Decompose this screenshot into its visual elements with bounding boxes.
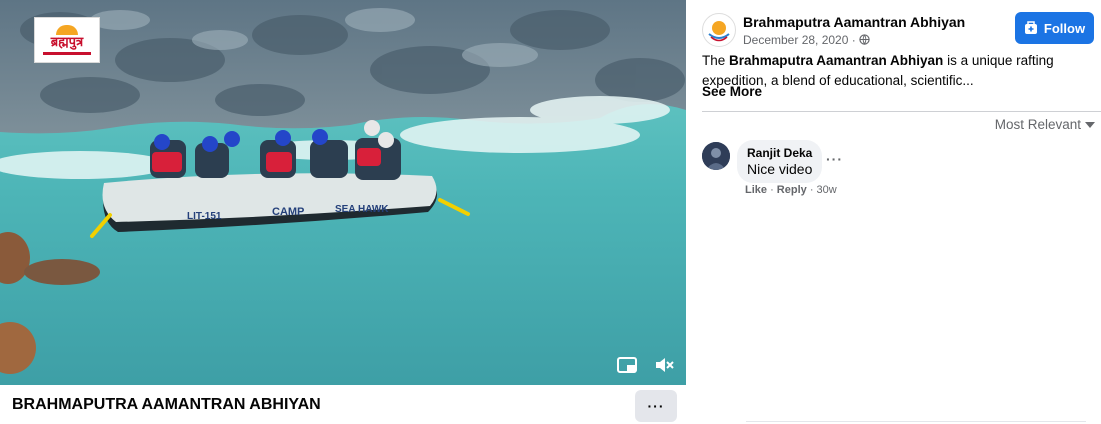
more-options-button[interactable]: ··· <box>635 390 677 422</box>
comment-actions: Like · Reply · 30w <box>745 184 837 196</box>
comment-sort-dropdown[interactable]: Most Relevant <box>995 117 1095 132</box>
desc-bold: Brahmaputra Aamantran Abhiyan <box>729 53 944 68</box>
raft-label-right: SEA HAWK <box>335 204 389 215</box>
follow-label: Follow <box>1043 20 1086 36</box>
page-name-link[interactable]: Brahmaputra Aamantran Abhiyan <box>743 14 965 30</box>
post-sidebar: Brahmaputra Aamantran Abhiyan December 2… <box>686 0 1101 424</box>
see-more-link[interactable]: See More <box>702 84 762 99</box>
post-date[interactable]: December 28, 2020 · <box>743 33 870 47</box>
sun-icon <box>56 25 78 35</box>
picture-in-picture-icon[interactable] <box>616 355 638 375</box>
comment-bubble: Ranjit Deka Nice video <box>737 140 823 183</box>
desc-prefix: The <box>702 53 730 68</box>
reply-link[interactable]: Reply <box>777 184 807 196</box>
logo-tag <box>43 52 91 55</box>
page-avatar[interactable] <box>702 13 736 47</box>
comment-text: Nice video <box>747 161 813 177</box>
sort-label: Most Relevant <box>994 117 1081 132</box>
logo-text: ब्रह्मपुत्र <box>50 35 84 50</box>
post-date-text: December 28, 2020 · <box>743 33 856 47</box>
follow-icon <box>1024 21 1037 34</box>
comment-more-button[interactable]: ··· <box>826 151 843 167</box>
volume-muted-icon[interactable] <box>653 355 675 375</box>
divider-bottom <box>746 421 1086 422</box>
video-title: BRAHMAPUTRA AAMANTRAN ABHIYAN <box>12 396 321 413</box>
divider <box>702 111 1101 112</box>
video-player[interactable]: LIT-151 CAMP SEA HAWK ब्रह्मपुत्र <box>0 0 686 385</box>
comment-author[interactable]: Ranjit Deka <box>747 146 812 160</box>
raft-label-left: LIT-151 <box>187 211 222 222</box>
channel-logo: ब्रह्मपुत्र <box>34 17 100 63</box>
follow-button[interactable]: Follow <box>1015 12 1094 44</box>
globe-icon <box>859 34 870 45</box>
chevron-down-icon <box>1085 121 1095 128</box>
video-frame: LIT-151 CAMP SEA HAWK <box>0 0 686 385</box>
raft-label-mid: CAMP <box>272 206 304 218</box>
commenter-avatar[interactable] <box>702 142 730 170</box>
comment-age[interactable]: 30w <box>817 184 837 196</box>
like-link[interactable]: Like <box>745 184 767 196</box>
